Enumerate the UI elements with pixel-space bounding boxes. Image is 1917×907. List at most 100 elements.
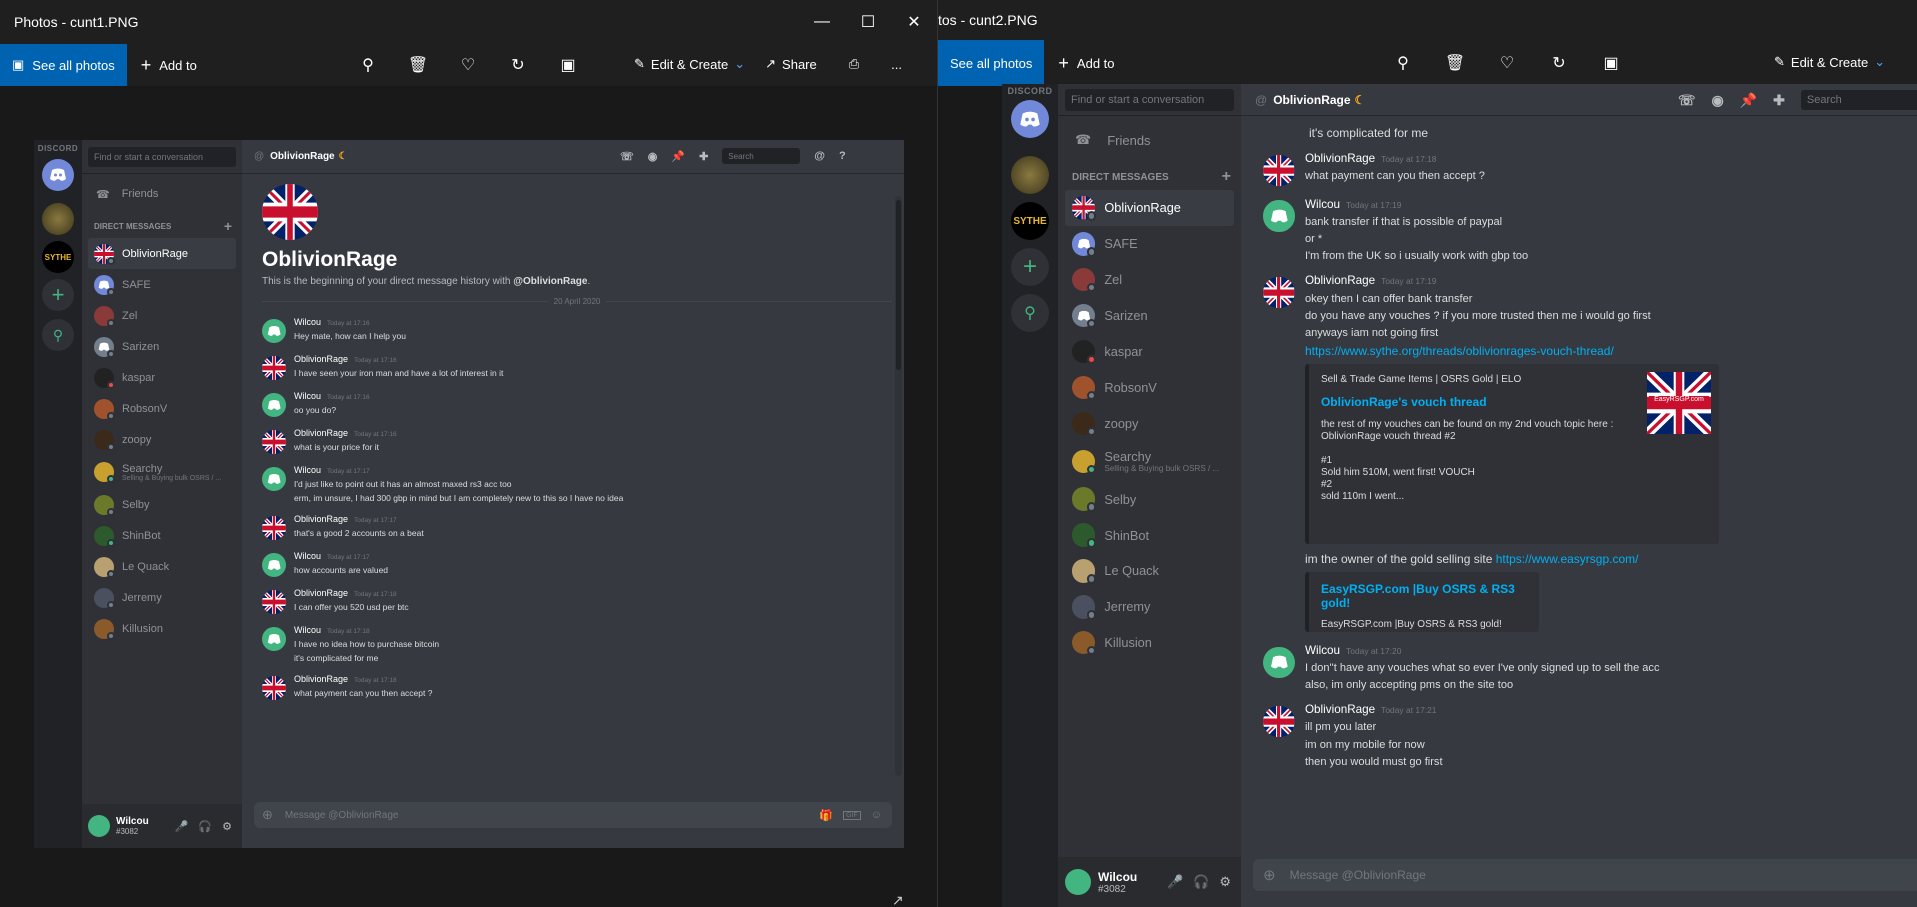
crop-icon[interactable]: ▣	[557, 54, 579, 76]
video-icon[interactable]: ◉	[648, 150, 658, 163]
delete-icon[interactable]: 🗑	[407, 54, 429, 76]
message-author[interactable]: OblivionRage	[1305, 152, 1375, 165]
pin-icon[interactable]: 📌	[1740, 92, 1757, 109]
dm-item[interactable]: Selby	[88, 489, 236, 520]
dm-item[interactable]: Killusion	[1065, 625, 1234, 661]
friends-item[interactable]: ☎ Friends	[1065, 124, 1234, 156]
see-all-photos-button-2[interactable]: See all photos	[938, 40, 1045, 86]
explore-icon[interactable]: ⚲	[42, 319, 74, 351]
message-author[interactable]: Wilcou	[294, 317, 321, 327]
dm-item[interactable]: zoopy	[88, 424, 236, 455]
microphone-icon[interactable]: 🎤	[175, 820, 189, 833]
add-friend-icon[interactable]: ✚	[1773, 92, 1785, 109]
dm-item[interactable]: Killusion	[88, 613, 236, 644]
dm-item[interactable]: Zel	[1065, 262, 1234, 298]
call-icon[interactable]: ☏	[620, 150, 634, 163]
dm-item[interactable]: Sarizen	[1065, 298, 1234, 334]
dm-item[interactable]: Jerremy	[1065, 589, 1234, 625]
dm-item[interactable]: Le Quack	[88, 551, 236, 582]
minimize-icon[interactable]: —	[799, 0, 845, 44]
message-author[interactable]: Wilcou	[294, 465, 321, 475]
message-author[interactable]: Wilcou	[294, 551, 321, 561]
print-icon[interactable]: ⎙	[849, 56, 859, 72]
microphone-icon[interactable]: 🎤	[1167, 874, 1183, 890]
easyrsgp-link[interactable]: https://www.easyrsgp.com/	[1496, 552, 1639, 566]
message-composer[interactable]: ⊕ Message @OblivionRage 🎁 GIF ☺	[254, 802, 892, 828]
video-icon[interactable]: ◉	[1712, 92, 1724, 109]
friends-item[interactable]: ☎ Friends	[88, 180, 236, 208]
message-composer[interactable]: ⊕ Message @OblivionRage	[1253, 859, 1917, 891]
link-embed[interactable]: Sell & Trade Game Items | OSRS Gold | EL…	[1304, 363, 1719, 544]
dm-item[interactable]: ShinBot	[1065, 517, 1234, 553]
upload-plus-icon[interactable]: ⊕	[1263, 866, 1276, 884]
dm-item[interactable]: SAFE	[1065, 226, 1234, 262]
search-input[interactable]: Search	[722, 148, 801, 164]
dm-item[interactable]: OblivionRage	[1064, 190, 1235, 226]
add-friend-icon[interactable]: ✚	[699, 150, 708, 163]
message-author[interactable]: OblivionRage	[294, 354, 348, 364]
message-author[interactable]: Wilcou	[294, 625, 321, 635]
user-avatar[interactable]	[88, 815, 110, 837]
message-author[interactable]: OblivionRage	[1305, 703, 1375, 716]
more-button[interactable]: ...	[891, 57, 902, 72]
help-icon[interactable]: ?	[839, 150, 846, 162]
crop-icon[interactable]: ▣	[1600, 52, 1622, 74]
rotate-icon[interactable]: ↻	[1548, 52, 1570, 74]
server-icon-sythe[interactable]: SYTHE	[42, 241, 74, 273]
call-icon[interactable]: ☏	[1678, 92, 1696, 109]
zoom-icon[interactable]: ⚲	[1392, 52, 1414, 74]
dm-item[interactable]: ShinBot	[88, 520, 236, 551]
link-embed[interactable]: EasyRSGP.com |Buy OSRS & RS3 gold! EasyRS…	[1304, 571, 1539, 632]
user-avatar[interactable]	[1065, 869, 1091, 895]
embed-title[interactable]: EasyRSGP.com |Buy OSRS & RS3 gold!	[1321, 582, 1527, 610]
dm-item[interactable]: OblivionRage	[88, 238, 236, 269]
message-author[interactable]: OblivionRage	[1305, 274, 1375, 287]
find-conversation-input[interactable]: Find or start a conversation	[1065, 88, 1234, 111]
expand-icon[interactable]: ↗	[892, 892, 904, 907]
favorite-icon[interactable]: ♡	[1496, 52, 1518, 74]
dm-item[interactable]: Jerremy	[88, 582, 236, 613]
emoji-icon[interactable]: ☺	[871, 809, 882, 821]
server-icon-1[interactable]	[42, 203, 74, 235]
mention-icon[interactable]: @	[814, 150, 825, 162]
add-server-icon[interactable]: +	[1011, 248, 1049, 286]
share-button[interactable]: ↗ Share	[765, 56, 817, 72]
dm-item[interactable]: RobsonV	[88, 393, 236, 424]
gift-icon[interactable]: 🎁	[819, 809, 833, 822]
vouch-thread-link[interactable]: https://www.sythe.org/threads/oblivionra…	[1305, 344, 1719, 358]
dm-item[interactable]: zoopy	[1065, 406, 1234, 442]
dm-item[interactable]: Zel	[88, 300, 236, 331]
server-icon-sythe[interactable]: SYTHE	[1011, 202, 1049, 240]
dm-item[interactable]: Searchy Selling & Buying bulk OSRS / ...	[88, 455, 236, 489]
add-server-icon[interactable]: +	[42, 279, 74, 311]
settings-gear-icon[interactable]: ⚙	[1219, 874, 1231, 890]
favorite-icon[interactable]: ♡	[457, 54, 479, 76]
add-dm-icon[interactable]: +	[224, 218, 232, 234]
headphones-icon[interactable]: 🎧	[1193, 874, 1209, 890]
add-to-button-2[interactable]: + Add to	[1058, 53, 1114, 74]
add-to-button[interactable]: + Add to	[141, 55, 197, 76]
headphones-icon[interactable]: 🎧	[198, 820, 212, 833]
zoom-icon[interactable]: ⚲	[357, 54, 379, 76]
see-all-photos-button[interactable]: ▣ See all photos	[0, 44, 127, 86]
home-server-icon[interactable]	[1011, 100, 1049, 138]
dm-item[interactable]: Selby	[1065, 481, 1234, 517]
server-icon-1[interactable]	[1011, 156, 1049, 194]
delete-icon[interactable]: 🗑	[1444, 52, 1466, 74]
pin-icon[interactable]: 📌	[671, 150, 685, 163]
maximize-icon[interactable]: ☐	[845, 0, 891, 44]
message-author[interactable]: OblivionRage	[294, 514, 348, 524]
message-author[interactable]: Wilcou	[294, 391, 321, 401]
search-input[interactable]: Search	[1800, 90, 1917, 110]
scrollbar[interactable]	[895, 196, 902, 776]
close-icon[interactable]: ✕	[891, 0, 937, 44]
edit-create-button[interactable]: ✎ Edit & Create ⌄	[634, 56, 745, 72]
dm-item[interactable]: kaspar	[1065, 334, 1234, 370]
message-author[interactable]: OblivionRage	[294, 428, 348, 438]
rotate-icon[interactable]: ↻	[507, 54, 529, 76]
gif-icon[interactable]: GIF	[843, 810, 861, 820]
message-author[interactable]: OblivionRage	[294, 588, 348, 598]
explore-icon[interactable]: ⚲	[1011, 294, 1049, 332]
message-author[interactable]: Wilcou	[1305, 198, 1340, 211]
dm-item[interactable]: kaspar	[88, 362, 236, 393]
